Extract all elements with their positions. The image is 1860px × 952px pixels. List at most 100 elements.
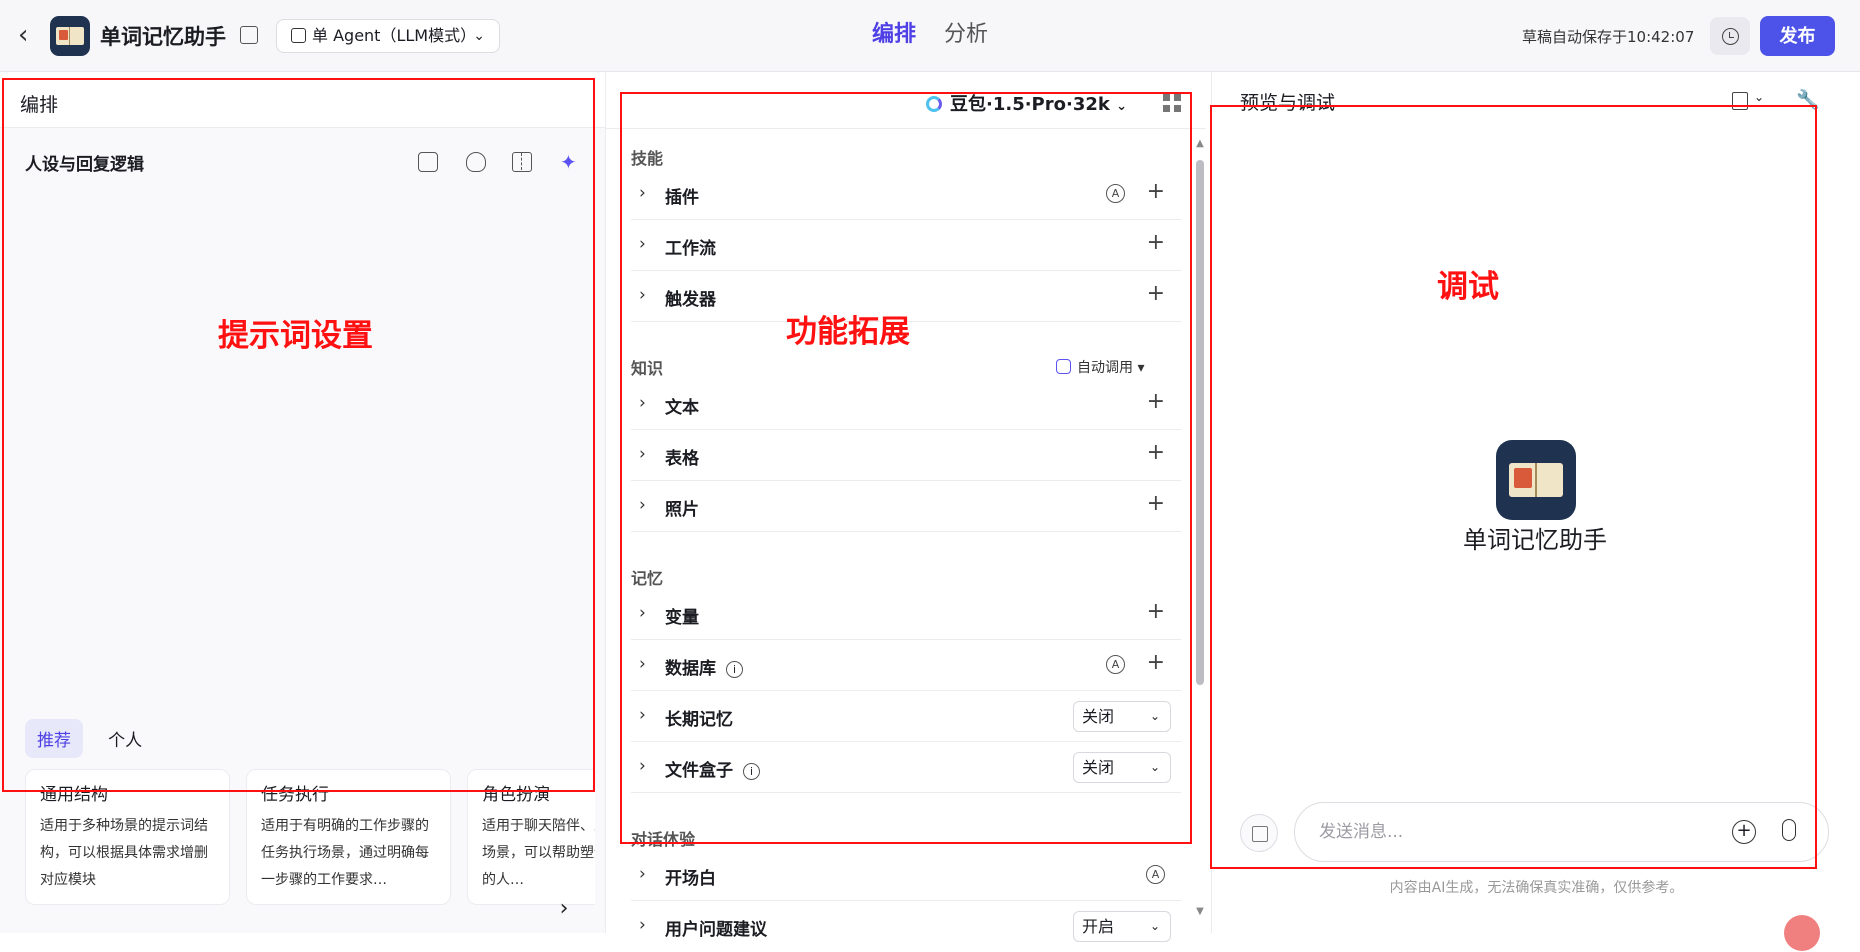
row-filebox[interactable]: › 文件盒子 i 关闭 ⌄ (631, 742, 1181, 793)
scrollbar[interactable]: ▲ ▼ (1194, 138, 1206, 918)
message-input[interactable] (1319, 817, 1699, 847)
info-icon[interactable]: i (726, 661, 743, 678)
template-desc: 适用于多种场景的提示词结构，可以根据具体需求增删对应模块 (40, 818, 208, 888)
clock-icon (1721, 27, 1739, 45)
auto-icon[interactable]: A (1106, 655, 1125, 674)
compare-icon[interactable] (512, 152, 532, 172)
row-label: 开场白 (665, 869, 716, 889)
chevron-right-icon[interactable]: › (552, 897, 576, 921)
row-label: 照片 (665, 500, 699, 520)
select-value: 关闭 (1082, 707, 1115, 726)
row-photo[interactable]: › 照片 + (631, 481, 1181, 532)
plus-icon[interactable]: + (1732, 820, 1756, 844)
template-title: 任务执行 (261, 785, 329, 805)
row-label: 文件盒子 i (665, 756, 760, 781)
scroll-down-icon[interactable]: ▼ (1194, 906, 1206, 917)
agent-mode-select[interactable]: 单 Agent（LLM模式） ⌄ (276, 19, 500, 53)
chevron-down-icon: ⌄ (1149, 709, 1160, 723)
app-icon (50, 16, 90, 56)
row-text[interactable]: › 文本 + (631, 379, 1181, 430)
chevron-right-icon: › (639, 864, 646, 884)
autosave-status: 草稿自动保存于10:42:07 (1522, 28, 1695, 46)
back-icon[interactable]: ‹ (18, 22, 44, 48)
filebox-select[interactable]: 关闭 ⌄ (1073, 752, 1171, 783)
add-icon[interactable]: + (1147, 230, 1165, 255)
row-variable[interactable]: › 变量 + (631, 589, 1181, 640)
select-value: 开启 (1082, 917, 1115, 936)
section-dialog: 对话体验 (631, 830, 696, 849)
auto-icon[interactable]: A (1146, 865, 1165, 884)
suggest-select[interactable]: 开启 ⌄ (1073, 911, 1171, 942)
template-card[interactable]: 角色扮演 适用于聊天陪伴、互动娱乐场景，可以帮助塑造个性化的人… (467, 769, 595, 905)
select-value: 关闭 (1082, 758, 1115, 777)
ai-optimize-icon[interactable]: ✦ (560, 152, 580, 172)
auto-call-select[interactable]: 自动调用 ▾ (1056, 357, 1144, 377)
row-long-memory[interactable]: › 长期记忆 关闭 ⌄ (631, 691, 1181, 742)
template-card[interactable]: 通用结构 适用于多种场景的提示词结构，可以根据具体需求增删对应模块 (25, 769, 230, 905)
long-memory-select[interactable]: 关闭 ⌄ (1073, 701, 1171, 732)
template-desc: 适用于聊天陪伴、互动娱乐场景，可以帮助塑造个性化的人… (482, 818, 595, 888)
row-plugin[interactable]: › 插件 A + (631, 169, 1181, 220)
preview-panel: 预览与调试 ⌄ 🔧 单词记忆助手 + 内容由AI生成，无法确保真实准确，仅供参考… (1211, 72, 1860, 951)
chevron-right-icon: › (639, 603, 646, 623)
edit-icon[interactable] (240, 26, 258, 44)
chevron-right-icon: › (639, 444, 646, 464)
annotation-label-debug: 调试 (1437, 269, 1499, 305)
row-label: 用户问题建议 (665, 920, 767, 940)
orchestrate-panel: 编排 人设与回复逻辑 ✦ 推荐 个人 通用结构 适用于多种场景的提示词结构，可以… (0, 72, 605, 933)
history-button[interactable] (1710, 17, 1750, 55)
add-icon[interactable]: + (1147, 281, 1165, 306)
ai-disclaimer: 内容由AI生成，无法确保真实准确，仅供参考。 (1389, 880, 1684, 896)
panel-title: 编排 (0, 72, 605, 128)
template-card[interactable]: 任务执行 适用于有明确的工作步骤的任务执行场景，通过明确每一步骤的工作要求… (246, 769, 451, 905)
add-icon[interactable]: + (1147, 599, 1165, 624)
model-select[interactable]: 豆包·1.5·Pro·32k ⌄ (926, 90, 1127, 116)
row-label: 数据库 i (665, 654, 743, 679)
row-opening[interactable]: › 开场白 A (631, 850, 1181, 901)
chevron-right-icon: › (639, 756, 646, 776)
tab-recommended[interactable]: 推荐 (25, 719, 83, 758)
info-icon[interactable]: i (743, 763, 760, 780)
auto-icon[interactable]: A (1106, 184, 1125, 203)
tab-orchestrate[interactable]: 编排 (872, 16, 916, 48)
tab-personal[interactable]: 个人 (96, 719, 154, 758)
row-workflow[interactable]: › 工作流 + (631, 220, 1181, 271)
scroll-up-icon[interactable]: ▲ (1194, 138, 1206, 149)
add-icon[interactable]: + (1147, 440, 1165, 465)
chevron-right-icon: › (639, 285, 646, 305)
chevron-right-icon: › (639, 234, 646, 254)
message-input-box: + (1294, 802, 1829, 862)
row-label: 变量 (665, 608, 699, 628)
briefcase-icon[interactable] (1240, 814, 1278, 852)
chevron-right-icon: › (639, 915, 646, 935)
row-database[interactable]: › 数据库 i A + (631, 640, 1181, 691)
scroll-thumb[interactable] (1196, 160, 1204, 685)
chevron-right-icon: › (639, 705, 646, 725)
add-icon[interactable]: + (1147, 179, 1165, 204)
model-name: 豆包·1.5·Pro·32k (950, 94, 1110, 115)
grid-icon[interactable] (1163, 94, 1181, 112)
top-bar: ‹ 单词记忆助手 单 Agent（LLM模式） ⌄ 编排 分析 草稿自动保存于1… (0, 0, 1860, 72)
microphone-icon[interactable] (1782, 819, 1796, 841)
persona-title: 人设与回复逻辑 (25, 155, 144, 175)
row-suggest[interactable]: › 用户问题建议 开启 ⌄ (631, 901, 1181, 952)
assistant-mascot-icon[interactable] (1784, 915, 1820, 951)
document-icon[interactable] (1732, 92, 1748, 110)
auto-call-icon (1056, 359, 1071, 374)
section-skills: 技能 (631, 149, 664, 168)
publish-button[interactable]: 发布 (1760, 16, 1835, 56)
auto-call-label: 自动调用 (1077, 360, 1133, 376)
add-icon[interactable]: + (1147, 491, 1165, 516)
agent-mode-label: 单 Agent（LLM模式） (312, 26, 477, 45)
section-memory: 记忆 (631, 569, 664, 588)
prompt-library-icon[interactable] (418, 152, 438, 172)
tips-icon[interactable] (466, 152, 486, 172)
chevron-down-icon[interactable]: ⌄ (1754, 90, 1764, 104)
add-icon[interactable]: + (1147, 389, 1165, 414)
bot-avatar (1496, 440, 1576, 520)
add-icon[interactable]: + (1147, 650, 1165, 675)
row-table[interactable]: › 表格 + (631, 430, 1181, 481)
wrench-icon[interactable]: 🔧 (1796, 88, 1820, 111)
features-list: 技能 › 插件 A + › 工作流 + › 触发器 + 知识 自动调用 ▾ › … (606, 128, 1206, 942)
tab-analysis[interactable]: 分析 (944, 16, 988, 48)
